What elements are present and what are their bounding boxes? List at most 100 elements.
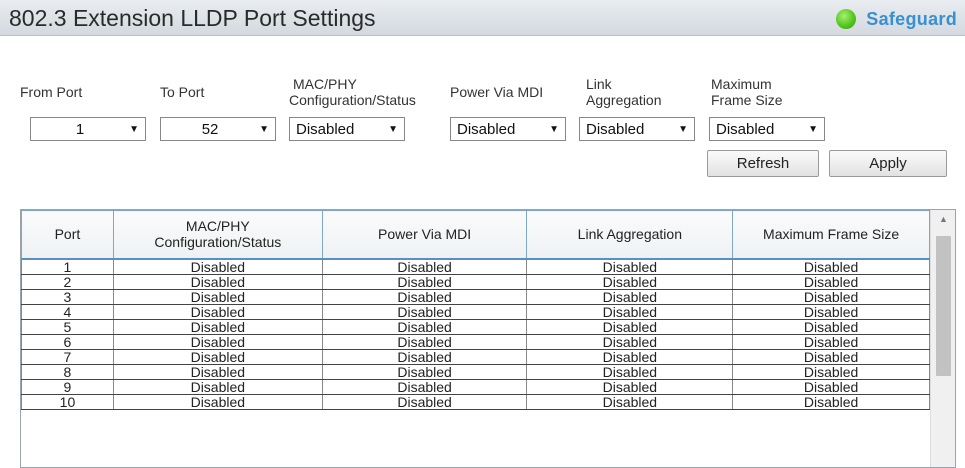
cell-mac-phy: Disabled [112,364,323,380]
cell-link-aggregation: Disabled [526,319,734,335]
mac-phy-select[interactable]: Disabled ▼ [289,117,405,141]
cell-mac-phy: Disabled [112,289,323,305]
chevron-down-icon: ▼ [808,123,818,135]
title-bar: 802.3 Extension LLDP Port Settings Safeg… [0,0,965,36]
cell-max-frame-size: Disabled [732,304,930,320]
mac-phy-label-line2: Configuration/Status [289,92,416,108]
cell-power-via-mdi: Disabled [321,289,528,305]
cell-port: 2 [21,274,114,290]
cell-power-via-mdi: Disabled [321,379,528,395]
max-frame-size-select[interactable]: Disabled ▼ [709,117,825,141]
cell-mac-phy: Disabled [112,304,323,320]
table-row: 2 Disabled Disabled Disabled Disabled [21,274,930,290]
header-port: Port [21,210,114,260]
from-port-value: 1 [75,120,85,138]
table-row: 4 Disabled Disabled Disabled Disabled [21,304,930,320]
cell-mac-phy: Disabled [112,394,323,410]
cell-port: 9 [21,379,114,395]
scroll-up-arrow-icon[interactable]: ▲ [931,214,955,224]
link-aggregation-label-line2: Aggregation [586,92,662,108]
port-settings-table: Port MAC/PHY Configuration/Status Power … [21,210,930,410]
cell-power-via-mdi: Disabled [321,258,528,275]
power-via-mdi-label: Power Via MDI [450,84,544,100]
max-frame-size-label: Maximum Frame Size [711,76,783,108]
cell-max-frame-size: Disabled [732,349,930,365]
chevron-down-icon: ▼ [129,123,139,135]
to-port-value: 52 [201,120,219,138]
to-port-select[interactable]: 52 ▼ [160,117,276,141]
cell-port: 7 [21,349,114,365]
port-settings-table-container: Port MAC/PHY Configuration/Status Power … [20,209,956,468]
power-via-mdi-value: Disabled [457,120,516,138]
cell-mac-phy: Disabled [112,334,323,350]
cell-power-via-mdi: Disabled [321,349,528,365]
cell-max-frame-size: Disabled [732,334,930,350]
cell-power-via-mdi: Disabled [321,394,528,410]
cell-link-aggregation: Disabled [526,334,734,350]
table-row: 5 Disabled Disabled Disabled Disabled [21,319,930,335]
mac-phy-label: MAC/PHY Configuration/Status [289,76,416,108]
cell-port: 4 [21,304,114,320]
cell-link-aggregation: Disabled [526,289,734,305]
table-row: 3 Disabled Disabled Disabled Disabled [21,289,930,305]
to-port-label: To Port [160,84,205,100]
cell-port: 10 [21,394,114,410]
apply-button[interactable]: Apply [829,150,947,177]
max-frame-size-label-line1: Maximum [711,76,772,92]
cell-port: 6 [21,334,114,350]
mac-phy-value: Disabled [296,120,355,138]
table-row: 7 Disabled Disabled Disabled Disabled [21,349,930,365]
cell-max-frame-size: Disabled [732,289,930,305]
table-row: 10 Disabled Disabled Disabled Disabled [21,394,930,410]
cell-link-aggregation: Disabled [526,258,734,275]
link-aggregation-value: Disabled [586,120,645,138]
cell-power-via-mdi: Disabled [321,364,528,380]
cell-link-aggregation: Disabled [526,304,734,320]
link-aggregation-label-line1: Link [586,76,612,92]
header-mac-phy-line1: MAC/PHY [185,218,250,235]
chevron-down-icon: ▼ [388,123,398,135]
header-link-aggregation: Link Aggregation [526,210,734,260]
cell-link-aggregation: Disabled [526,349,734,365]
cell-port: 5 [21,319,114,335]
cell-mac-phy: Disabled [112,349,323,365]
table-scrollbar[interactable]: ▲ [930,210,955,467]
header-power-via-mdi: Power Via MDI [321,210,528,260]
cell-mac-phy: Disabled [112,319,323,335]
cell-link-aggregation: Disabled [526,364,734,380]
table-header-row: Port MAC/PHY Configuration/Status Power … [21,210,930,260]
chevron-down-icon: ▼ [678,123,688,135]
max-frame-size-value: Disabled [716,120,775,138]
cell-max-frame-size: Disabled [732,364,930,380]
cell-port: 8 [21,364,114,380]
safeguard-label: Safeguard [866,8,957,29]
refresh-button[interactable]: Refresh [707,150,819,177]
cell-port: 1 [21,258,114,275]
header-max-frame-size: Maximum Frame Size [732,210,930,260]
header-mac-phy: MAC/PHY Configuration/Status [112,210,323,260]
cell-power-via-mdi: Disabled [321,334,528,350]
table-row: 1 Disabled Disabled Disabled Disabled [21,258,930,275]
cell-max-frame-size: Disabled [732,379,930,395]
cell-mac-phy: Disabled [112,379,323,395]
table-row: 6 Disabled Disabled Disabled Disabled [21,334,930,350]
chevron-down-icon: ▼ [259,123,269,135]
cell-max-frame-size: Disabled [732,394,930,410]
header-mac-phy-line2: Configuration/Status [154,234,282,251]
page-title: 802.3 Extension LLDP Port Settings [9,5,376,31]
cell-max-frame-size: Disabled [732,319,930,335]
power-via-mdi-select[interactable]: Disabled ▼ [450,117,566,141]
cell-max-frame-size: Disabled [732,274,930,290]
cell-link-aggregation: Disabled [526,379,734,395]
scrollbar-thumb[interactable] [936,236,951,376]
safeguard-badge: Safeguard [836,8,957,30]
cell-power-via-mdi: Disabled [321,274,528,290]
cell-max-frame-size: Disabled [732,258,930,275]
from-port-select[interactable]: 1 ▼ [30,117,146,141]
cell-link-aggregation: Disabled [526,394,734,410]
link-aggregation-select[interactable]: Disabled ▼ [579,117,695,141]
mac-phy-label-line1: MAC/PHY [293,76,357,92]
chevron-down-icon: ▼ [549,123,559,135]
link-aggregation-label: Link Aggregation [586,76,662,108]
cell-mac-phy: Disabled [112,274,323,290]
